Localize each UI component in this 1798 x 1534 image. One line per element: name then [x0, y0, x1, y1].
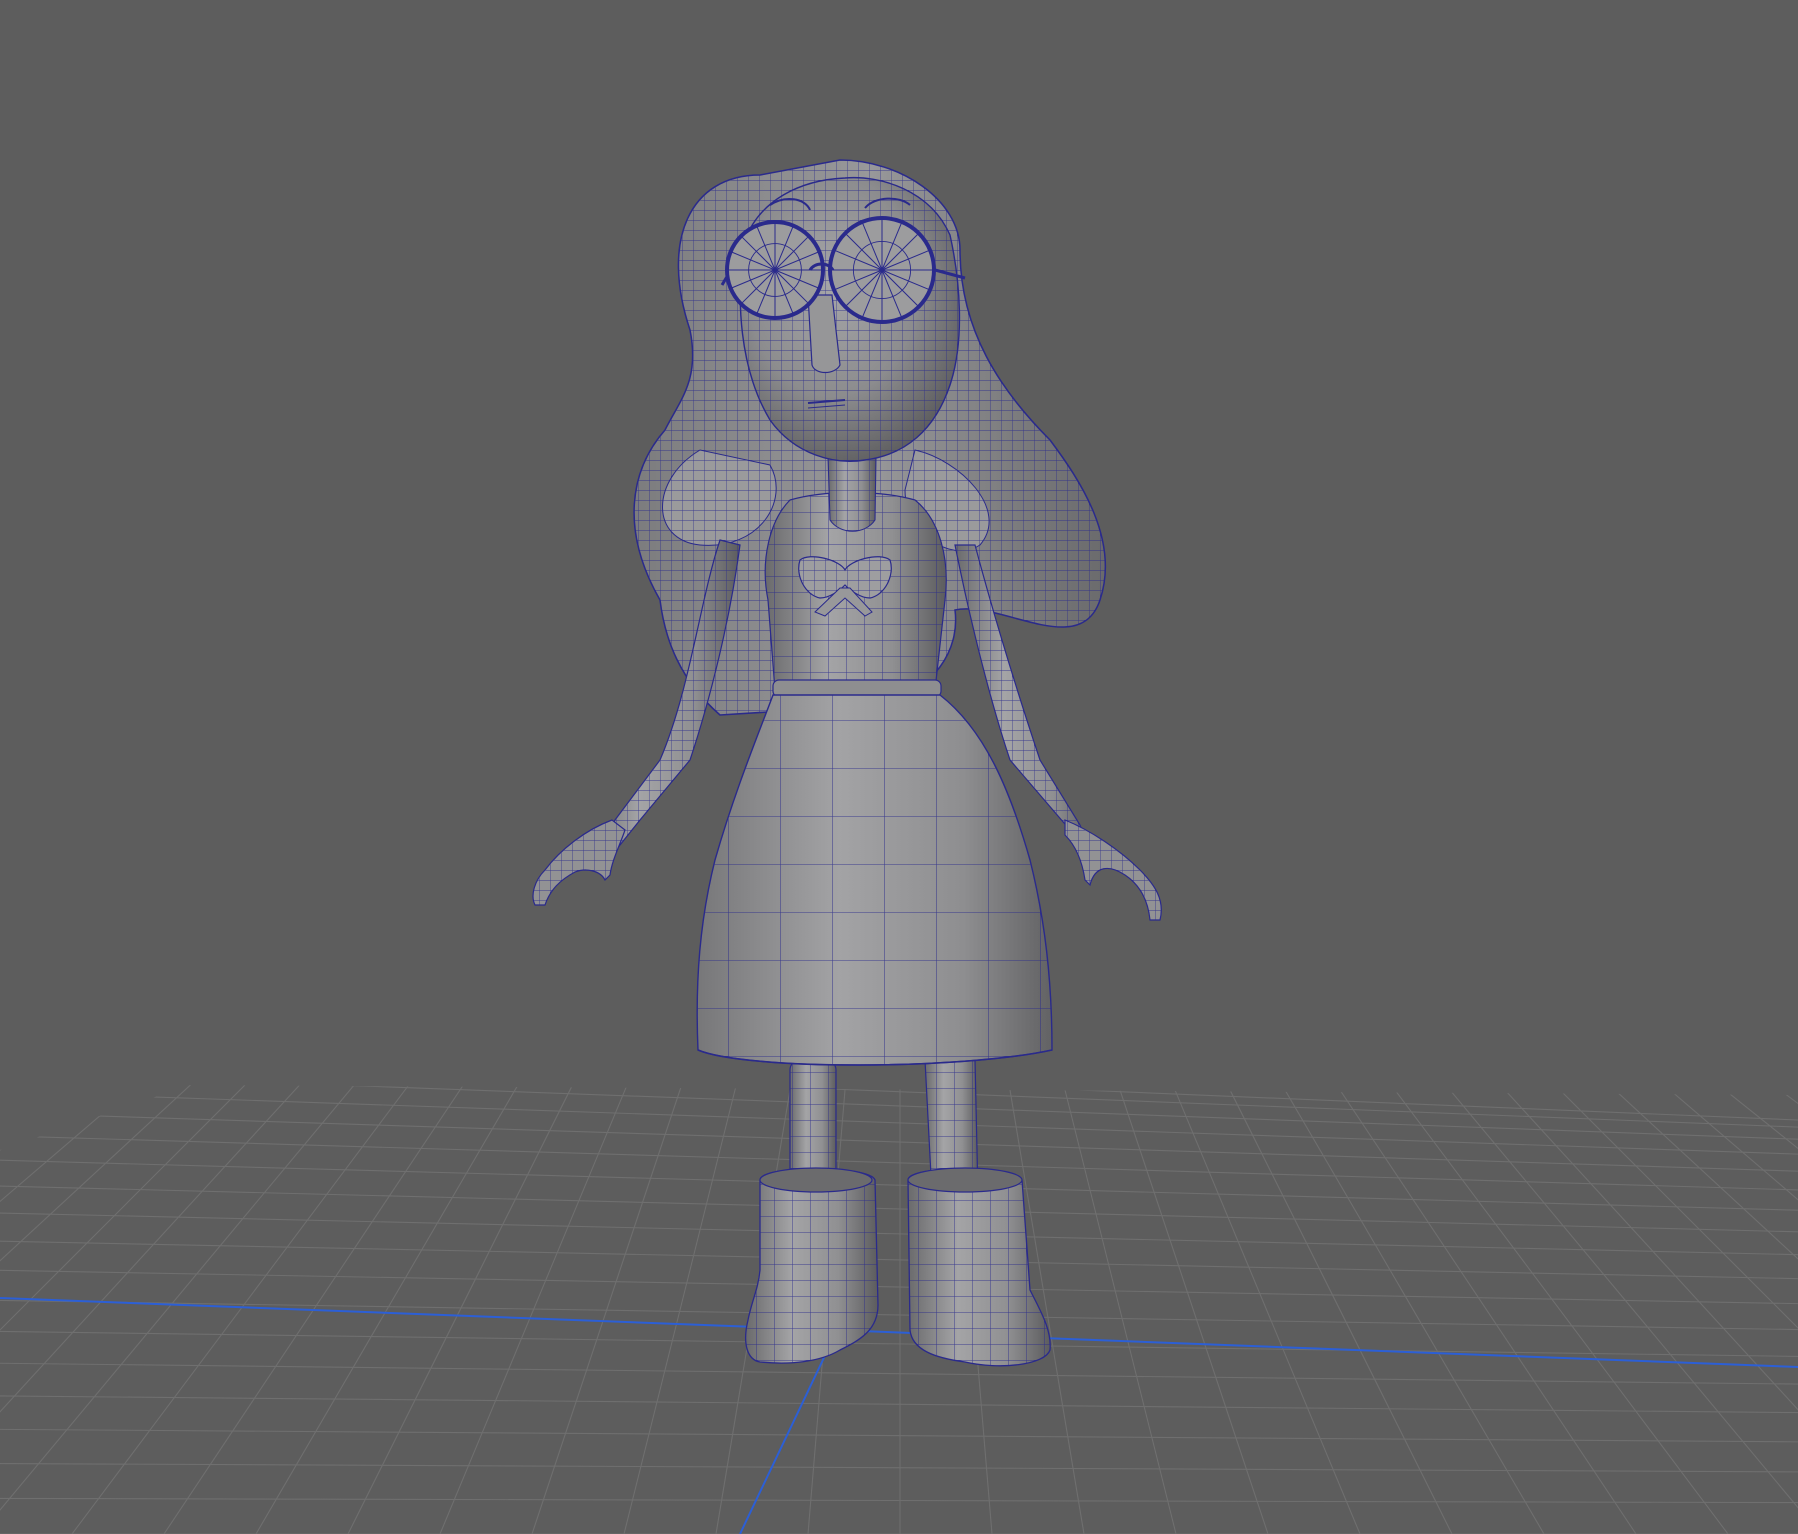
grid-line — [0, 1085, 82, 1534]
grid-line — [0, 1497, 1798, 1504]
grid-line — [0, 1085, 300, 1534]
left-boot-mesh — [745, 1167, 879, 1364]
grid-line — [0, 1240, 1798, 1280]
x-axis-line — [0, 1297, 1798, 1368]
grid-line — [0, 1299, 1798, 1331]
character-mesh[interactable] — [532, 159, 1162, 1367]
grid-line — [1390, 1085, 1729, 1534]
grid-line — [0, 1091, 1798, 1155]
grid-line — [71, 1085, 410, 1534]
z-axis-line — [739, 1344, 831, 1534]
grid-line — [0, 1395, 1798, 1414]
grid-line — [0, 1085, 1798, 1140]
grid-line — [1117, 1085, 1269, 1534]
grid-line — [0, 1212, 1798, 1256]
grid-line — [0, 1085, 1798, 1128]
ground-grid — [0, 1085, 1798, 1534]
grid-line — [0, 1159, 1798, 1211]
grid-line — [1336, 1085, 1637, 1534]
neck-mesh — [827, 454, 877, 532]
3d-viewport[interactable] — [0, 0, 1798, 1534]
right-boot-mesh — [907, 1167, 1051, 1367]
left-arm-mesh — [532, 539, 741, 906]
grid-line — [0, 1085, 27, 1534]
grid-line — [0, 1362, 1798, 1385]
grid-line — [1281, 1085, 1545, 1534]
grid-line — [0, 1085, 191, 1534]
grid-line — [1172, 1085, 1361, 1534]
grid-line — [1063, 1085, 1177, 1534]
grid-line — [1609, 1085, 1798, 1534]
grid-line — [0, 1330, 1798, 1357]
grid-line — [0, 1185, 1798, 1233]
grid-line — [1227, 1085, 1453, 1534]
grid-line — [0, 1269, 1798, 1305]
skirt-mesh — [696, 694, 1053, 1066]
grid-line — [0, 1428, 1798, 1443]
grid-line — [0, 1462, 1798, 1473]
grid-line — [1773, 1085, 1798, 1534]
